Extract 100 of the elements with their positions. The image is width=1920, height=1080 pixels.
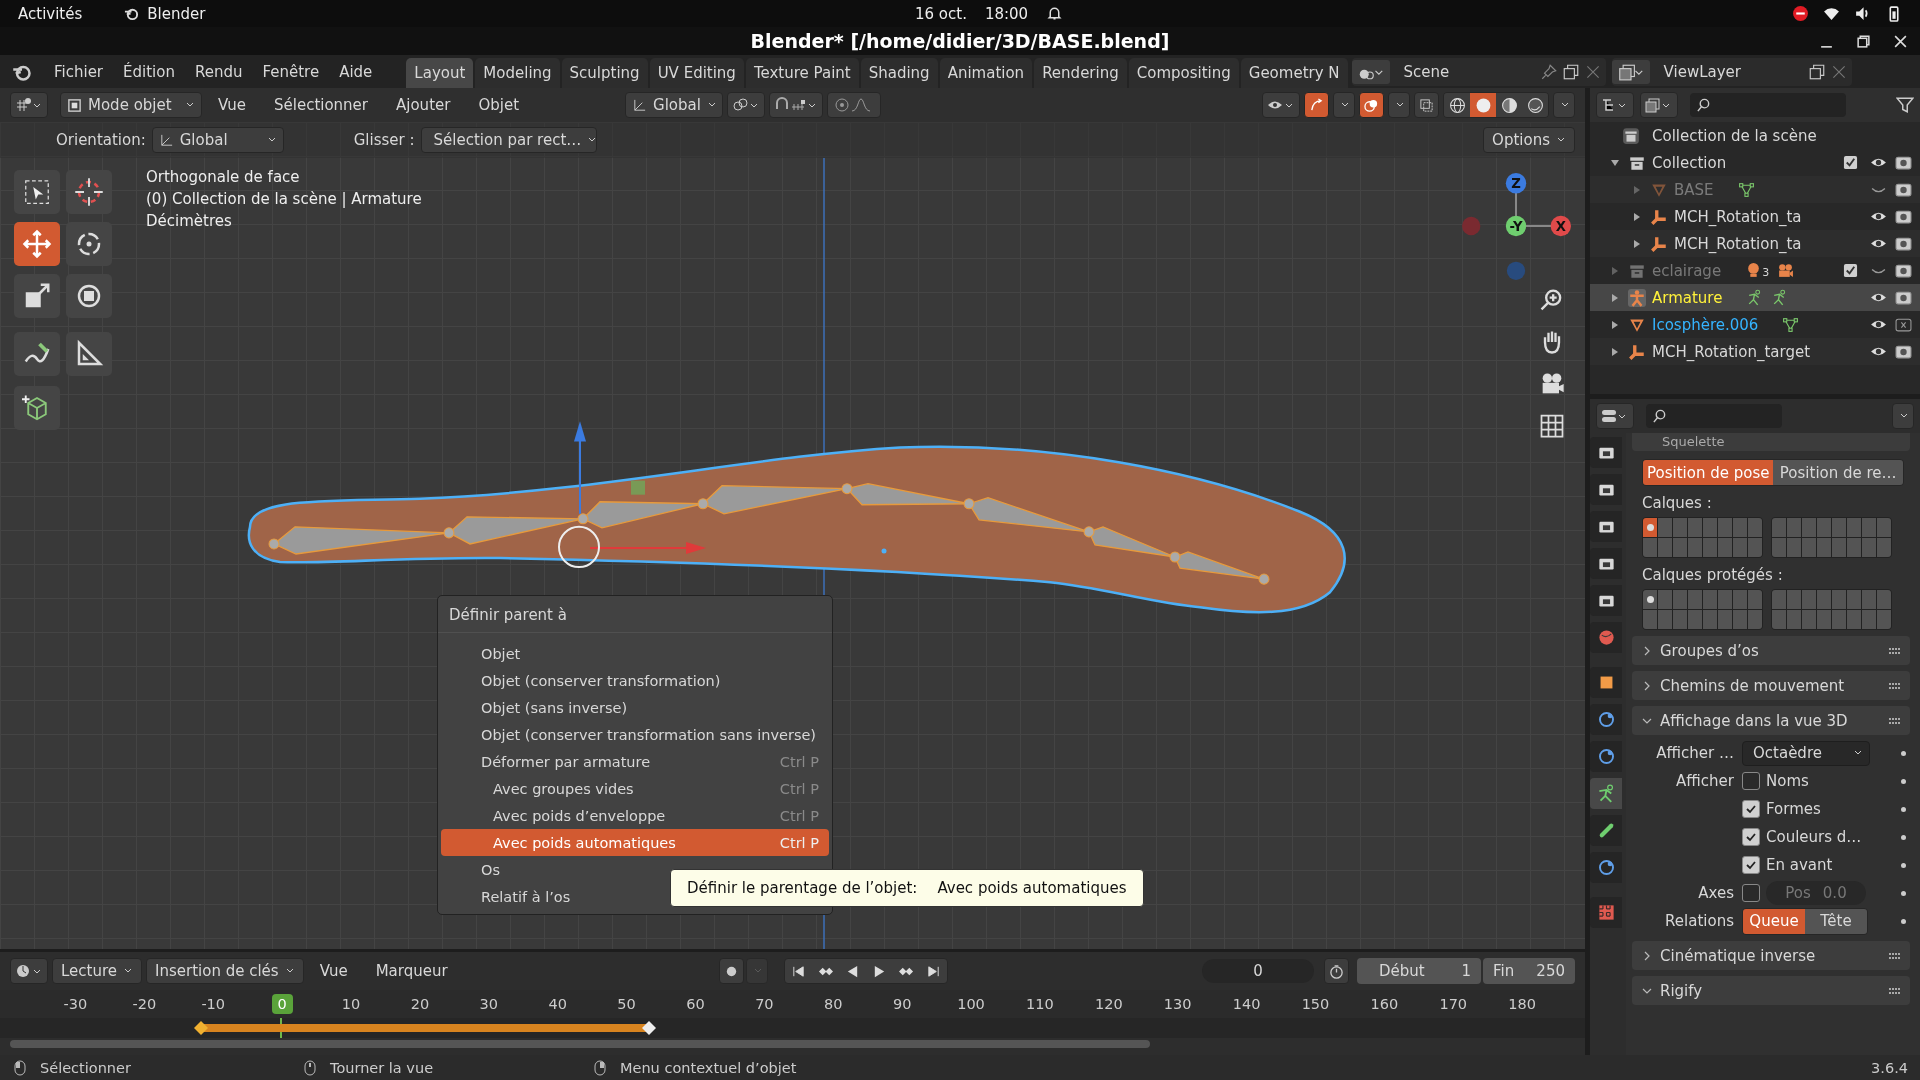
frame-number: 100 — [957, 996, 985, 1012]
workspace-tab[interactable]: Rendering — [1034, 58, 1127, 88]
workspace-tab[interactable]: Layout — [406, 58, 474, 88]
outliner-item[interactable]: Armature — [1652, 288, 1723, 307]
tooltip-value: Avec poids automatiques — [937, 879, 1127, 897]
layers-label: Calques : — [1642, 494, 1713, 512]
orientation-dropdown[interactable]: Global — [151, 127, 284, 153]
menu-item[interactable]: Rendu — [184, 62, 253, 81]
relation-toggle-button[interactable]: Tête — [1805, 908, 1867, 934]
workspace-tab[interactable]: UV Editing — [649, 58, 744, 88]
menu-item[interactable]: Édition — [113, 62, 185, 81]
pose-toggle-button[interactable]: Position de pose — [1643, 460, 1774, 485]
activities-button[interactable]: Activités — [18, 4, 83, 23]
mode-dropdown[interactable]: Mode objet — [60, 92, 202, 118]
panel-header[interactable]: Groupes d’os — [1632, 636, 1910, 665]
frame-number: -20 — [132, 996, 157, 1012]
app-name[interactable]: Blender — [147, 4, 206, 23]
frame-number: 140 — [1232, 996, 1261, 1012]
frame-number: 170 — [1439, 996, 1468, 1012]
panel-header[interactable]: Affichage dans la vue 3D — [1632, 706, 1910, 735]
menu-item[interactable]: Avec poids automatiques Ctrl P — [441, 829, 829, 856]
outliner-item[interactable]: MCH_Rotation_ta — [1674, 207, 1802, 226]
workspace-tab[interactable]: Shading — [860, 58, 938, 88]
menu-title: Définir parent à — [448, 605, 568, 626]
checkbox-label[interactable]: Couleurs d… — [1766, 828, 1862, 846]
frame-number: 40 — [548, 996, 567, 1012]
frame-number: 90 — [892, 996, 912, 1012]
frame-number: 110 — [1026, 996, 1054, 1012]
checkbox-label[interactable]: Formes — [1766, 800, 1821, 818]
viewport-menu[interactable]: Sélectionner — [262, 96, 380, 114]
frame-number: 150 — [1301, 996, 1330, 1012]
start-frame-field[interactable]: Début 1 — [1357, 958, 1481, 984]
panel-header[interactable]: Rigify — [1632, 976, 1910, 1005]
menu-item[interactable]: Déformer par armature Ctrl P — [441, 748, 829, 775]
keying-dropdown[interactable]: Insertion de clés — [146, 958, 304, 984]
viewport-info-text: (0) Collection de la scène | Armature — [146, 190, 422, 208]
panel-header[interactable]: Cinématique inverse — [1632, 941, 1910, 970]
menu-item[interactable]: Aide — [329, 62, 383, 81]
viewport-menu[interactable]: Ajouter — [384, 96, 463, 114]
viewport-menu[interactable]: Vue — [206, 96, 258, 114]
menu-item[interactable]: Fichier — [44, 62, 114, 81]
property-label: Axes — [1698, 884, 1734, 902]
viewport-info-text: Décimètres — [146, 212, 233, 230]
end-frame-field[interactable]: Fin 250 — [1483, 958, 1575, 984]
transform-orientation-dropdown[interactable]: Global — [625, 92, 723, 118]
navigation-gizmo[interactable]: Z -Y X — [1460, 170, 1572, 282]
menu-item[interactable]: Avec groupes vides Ctrl P — [441, 775, 829, 802]
relation-toggle-button[interactable]: Queue — [1743, 908, 1805, 934]
menu-item[interactable]: Objet (conserver transformation) — [441, 667, 829, 694]
frame-number: 10 — [341, 996, 361, 1012]
status-hint: Sélectionner — [40, 1059, 131, 1076]
outliner-item[interactable]: Collection de la scène — [1652, 126, 1817, 145]
timeline-menu[interactable]: Vue — [307, 962, 360, 980]
frame-number: -10 — [201, 996, 226, 1012]
menu-item[interactable]: Objet (conserver transformation sans inverse) — [441, 721, 829, 748]
options-dropdown[interactable]: Options — [1483, 127, 1575, 153]
frame-number: 50 — [617, 996, 636, 1012]
status-hint: Menu contextuel d’objet — [620, 1059, 797, 1076]
frame-number: 160 — [1370, 996, 1399, 1012]
playback-dropdown[interactable]: Lecture — [52, 958, 143, 984]
outliner-item[interactable]: Icosphère.006 — [1652, 315, 1759, 334]
menu-item[interactable]: Fenêtre — [252, 62, 330, 81]
menu-item[interactable]: Objet (sans inverse) — [441, 694, 829, 721]
workspace-tab[interactable]: Geometry N — [1240, 58, 1348, 88]
panel-header[interactable]: Chemins de mouvement — [1632, 671, 1910, 700]
menu-item[interactable]: Avec poids d’enveloppe Ctrl P — [441, 802, 829, 829]
orientation-label: Orientation: — [56, 131, 146, 149]
workspace-tab[interactable]: Sculpting — [561, 58, 648, 88]
workspace-tab[interactable]: Animation — [939, 58, 1033, 88]
workspace-tab[interactable]: Texture Paint — [745, 58, 859, 88]
display-dropdown[interactable]: Octaèdre — [1742, 740, 1870, 766]
frame-number: 80 — [824, 996, 843, 1012]
date-text[interactable]: 16 oct. — [915, 4, 967, 23]
frame-number: 60 — [686, 996, 705, 1012]
status-hint: Tourner la vue — [330, 1059, 434, 1076]
frame-number: 180 — [1508, 996, 1536, 1012]
light-count: 3 — [1762, 266, 1770, 279]
property-label: Afficher — [1676, 772, 1734, 790]
workspace-tab[interactable]: Modeling — [475, 58, 560, 88]
pose-toggle-button[interactable]: Position de re… — [1773, 460, 1903, 485]
timeline-menu[interactable]: Marqueur — [363, 962, 460, 980]
frame-number: -30 — [63, 996, 88, 1012]
property-label: Afficher … — [1656, 744, 1734, 762]
drag-dropdown[interactable]: Sélection par rect… — [420, 127, 597, 153]
time-text[interactable]: 18:00 — [984, 4, 1029, 23]
outliner-item[interactable]: Collection — [1652, 153, 1727, 172]
current-frame-field[interactable]: 0 — [1202, 959, 1314, 983]
window-title: Blender* [/home/didier/3D/BASE.blend] — [750, 30, 1170, 52]
frame-number: 130 — [1163, 996, 1192, 1012]
panel-title[interactable]: Squelette — [1632, 433, 1910, 451]
frame-number: 70 — [755, 996, 774, 1012]
property-label: Relations — [1665, 912, 1734, 930]
viewport-info-text: Orthogonale de face — [146, 168, 301, 186]
workspace-tab[interactable]: Compositing — [1128, 58, 1239, 88]
checkbox-label[interactable]: Noms — [1766, 772, 1809, 790]
checkbox-label[interactable]: En avant — [1766, 856, 1833, 874]
viewport-menu[interactable]: Objet — [466, 96, 531, 114]
frame-number: 30 — [479, 996, 498, 1012]
menu-item[interactable]: Objet — [441, 640, 829, 667]
tooltip-label: Définir le parentage de l’objet: — [687, 879, 918, 897]
